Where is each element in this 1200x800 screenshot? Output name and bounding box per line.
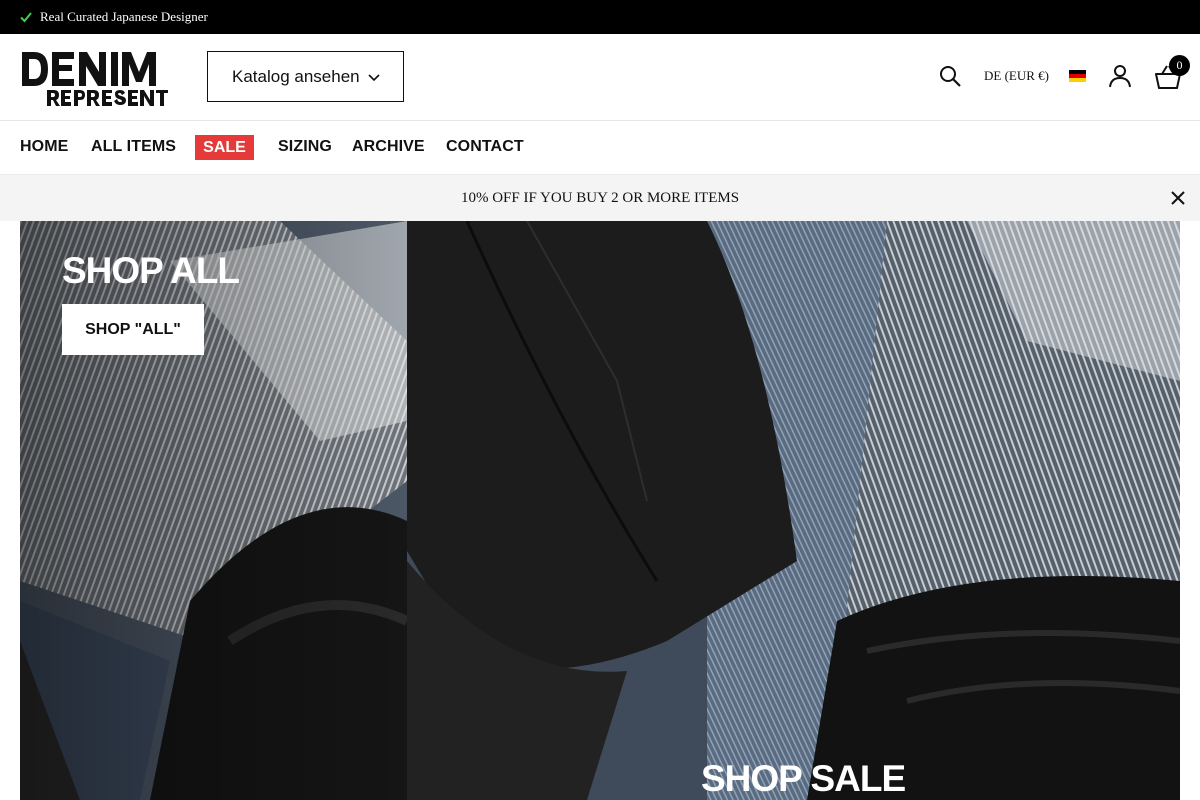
nav-item-sale[interactable]: SALE: [195, 135, 254, 160]
flag-germany-icon[interactable]: [1069, 70, 1086, 82]
locale-selector[interactable]: DE (EUR €): [984, 68, 1049, 84]
catalog-dropdown-button[interactable]: Katalog ansehen: [207, 51, 404, 102]
promo-text: 10% OFF IF YOU BUY 2 OR MORE ITEMS: [460, 189, 740, 206]
shop-all-button[interactable]: SHOP "ALL": [62, 304, 204, 355]
cart-count-badge: 0: [1169, 55, 1190, 76]
nav-item-sizing[interactable]: SIZING: [278, 138, 332, 156]
hero-shop-sale-image[interactable]: [407, 221, 1180, 800]
hero-shop-all-title: SHOP ALL: [62, 250, 240, 291]
chevron-down-icon: [368, 73, 380, 81]
main-nav: HOME ALL ITEMS SALE SIZING ARCHIVE CONTA…: [0, 121, 1200, 175]
promo-banner: 10% OFF IF YOU BUY 2 OR MORE ITEMS: [0, 175, 1200, 221]
close-icon[interactable]: [1170, 190, 1186, 206]
announcement-text: Real Curated Japanese Designer: [40, 9, 208, 24]
site-header: Katalog ansehen DE (EUR €) 0: [0, 34, 1200, 121]
hero-right-photo: [407, 221, 1180, 800]
check-icon: [20, 12, 32, 23]
search-icon[interactable]: [938, 64, 962, 88]
nav-item-archive[interactable]: ARCHIVE: [352, 138, 425, 156]
hero-shop-sale-title: SHOP SALE: [701, 758, 906, 799]
catalog-label: Katalog ansehen: [232, 66, 360, 86]
nav-item-all-items[interactable]: ALL ITEMS: [91, 138, 176, 156]
announcement-bar: Real Curated Japanese Designer: [0, 0, 1200, 34]
user-icon[interactable]: [1108, 64, 1132, 88]
nav-item-contact[interactable]: CONTACT: [446, 138, 524, 156]
nav-item-home[interactable]: HOME: [20, 138, 68, 156]
site-logo[interactable]: [22, 50, 178, 108]
